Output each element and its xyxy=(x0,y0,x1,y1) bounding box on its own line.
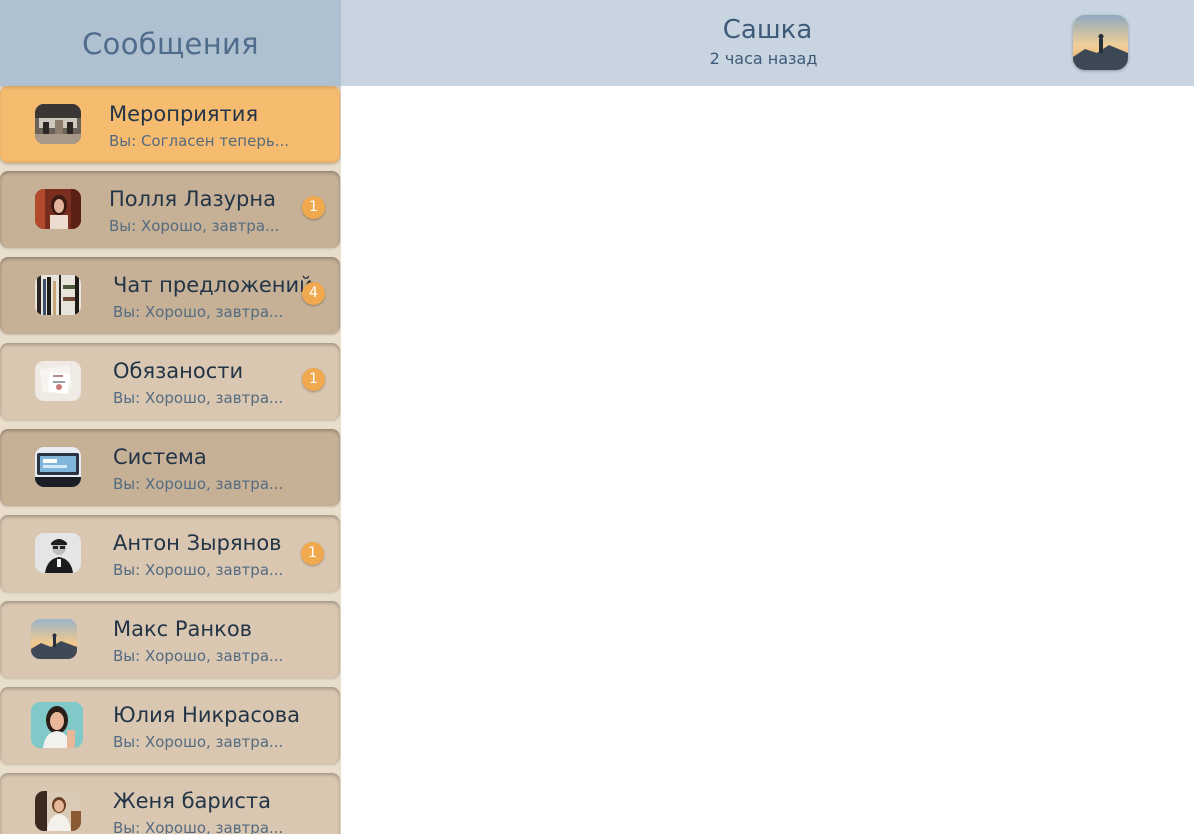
messenger-app: Сообщения Мероприятия Вы: Согласен тепер… xyxy=(0,0,1194,834)
chat-item-system[interactable]: Система Вы: Хорошо, завтра... xyxy=(0,429,340,506)
chat-preview: Вы: Хорошо, завтра... xyxy=(113,475,284,493)
chat-preview: Вы: Хорошо, завтра... xyxy=(113,647,284,665)
chat-name: Юлия Никрасова xyxy=(113,703,301,727)
contact-name[interactable]: Сашка xyxy=(341,15,1194,45)
chat-sidebar: Сообщения Мероприятия Вы: Согласен тепер… xyxy=(0,0,341,834)
chat-name: Чат предложений xyxy=(113,273,313,297)
chat-preview: Вы: Хорошо, завтра... xyxy=(113,561,284,579)
unread-badge: 1 xyxy=(301,542,324,565)
sidebar-title: Сообщения xyxy=(82,27,259,61)
man-portrait-avatar xyxy=(35,533,81,573)
conversation-area xyxy=(341,86,1194,834)
contact-avatar[interactable] xyxy=(1073,15,1128,70)
conversation-header: Сашка 2 часа назад xyxy=(341,0,1194,86)
chat-item-maks[interactable]: Макс Ранков Вы: Хорошо, завтра... xyxy=(0,601,340,678)
mountain-sunset-avatar xyxy=(31,619,77,659)
unread-badge: 4 xyxy=(302,282,325,305)
woman-smiling-avatar xyxy=(31,702,83,748)
woman-portrait-avatar xyxy=(35,189,81,229)
chat-preview: Вы: Хорошо, завтра... xyxy=(113,819,284,834)
chat-name: Полля Лазурна xyxy=(109,187,276,211)
documents-avatar xyxy=(35,361,81,401)
laptop-avatar xyxy=(35,447,81,487)
chat-preview: Вы: Хорошо, завтра... xyxy=(113,389,284,407)
chat-item-events[interactable]: Мероприятия Вы: Согласен теперь... xyxy=(0,86,340,163)
bookshelf-avatar xyxy=(35,275,81,315)
chat-name: Макс Ранков xyxy=(113,617,253,641)
sidebar-header: Сообщения xyxy=(0,0,341,86)
chat-name: Мероприятия xyxy=(109,102,259,126)
chat-item-duties[interactable]: Обязаности Вы: Хорошо, завтра... 1 xyxy=(0,343,340,420)
chat-name: Женя бариста xyxy=(113,789,272,813)
chat-preview: Вы: Хорошо, завтра... xyxy=(109,217,280,235)
chat-preview: Вы: Хорошо, завтра... xyxy=(113,303,284,321)
unread-badge: 1 xyxy=(302,368,325,391)
chat-name: Обязаности xyxy=(113,359,244,383)
unread-badge: 1 xyxy=(302,196,325,219)
chat-name: Система xyxy=(113,445,207,469)
office-photo-avatar xyxy=(35,104,81,144)
chat-preview: Вы: Согласен теперь... xyxy=(109,132,289,150)
chat-item-yuliya[interactable]: Юлия Никрасова Вы: Хорошо, завтра... xyxy=(0,687,340,764)
barista-avatar xyxy=(35,791,81,831)
contact-last-seen: 2 часа назад xyxy=(709,49,818,68)
chat-item-anton[interactable]: Антон Зырянов Вы: Хорошо, завтра... 1 xyxy=(0,515,340,592)
chat-item-suggestions[interactable]: Чат предложений Вы: Хорошо, завтра... 4 xyxy=(0,257,340,334)
chat-name: Антон Зырянов xyxy=(113,531,282,555)
chat-item-zhenya[interactable]: Женя бариста Вы: Хорошо, завтра... xyxy=(0,773,340,834)
chat-preview: Вы: Хорошо, завтра... xyxy=(113,733,284,751)
chat-item-pollya[interactable]: Полля Лазурна Вы: Хорошо, завтра... 1 xyxy=(0,171,340,248)
